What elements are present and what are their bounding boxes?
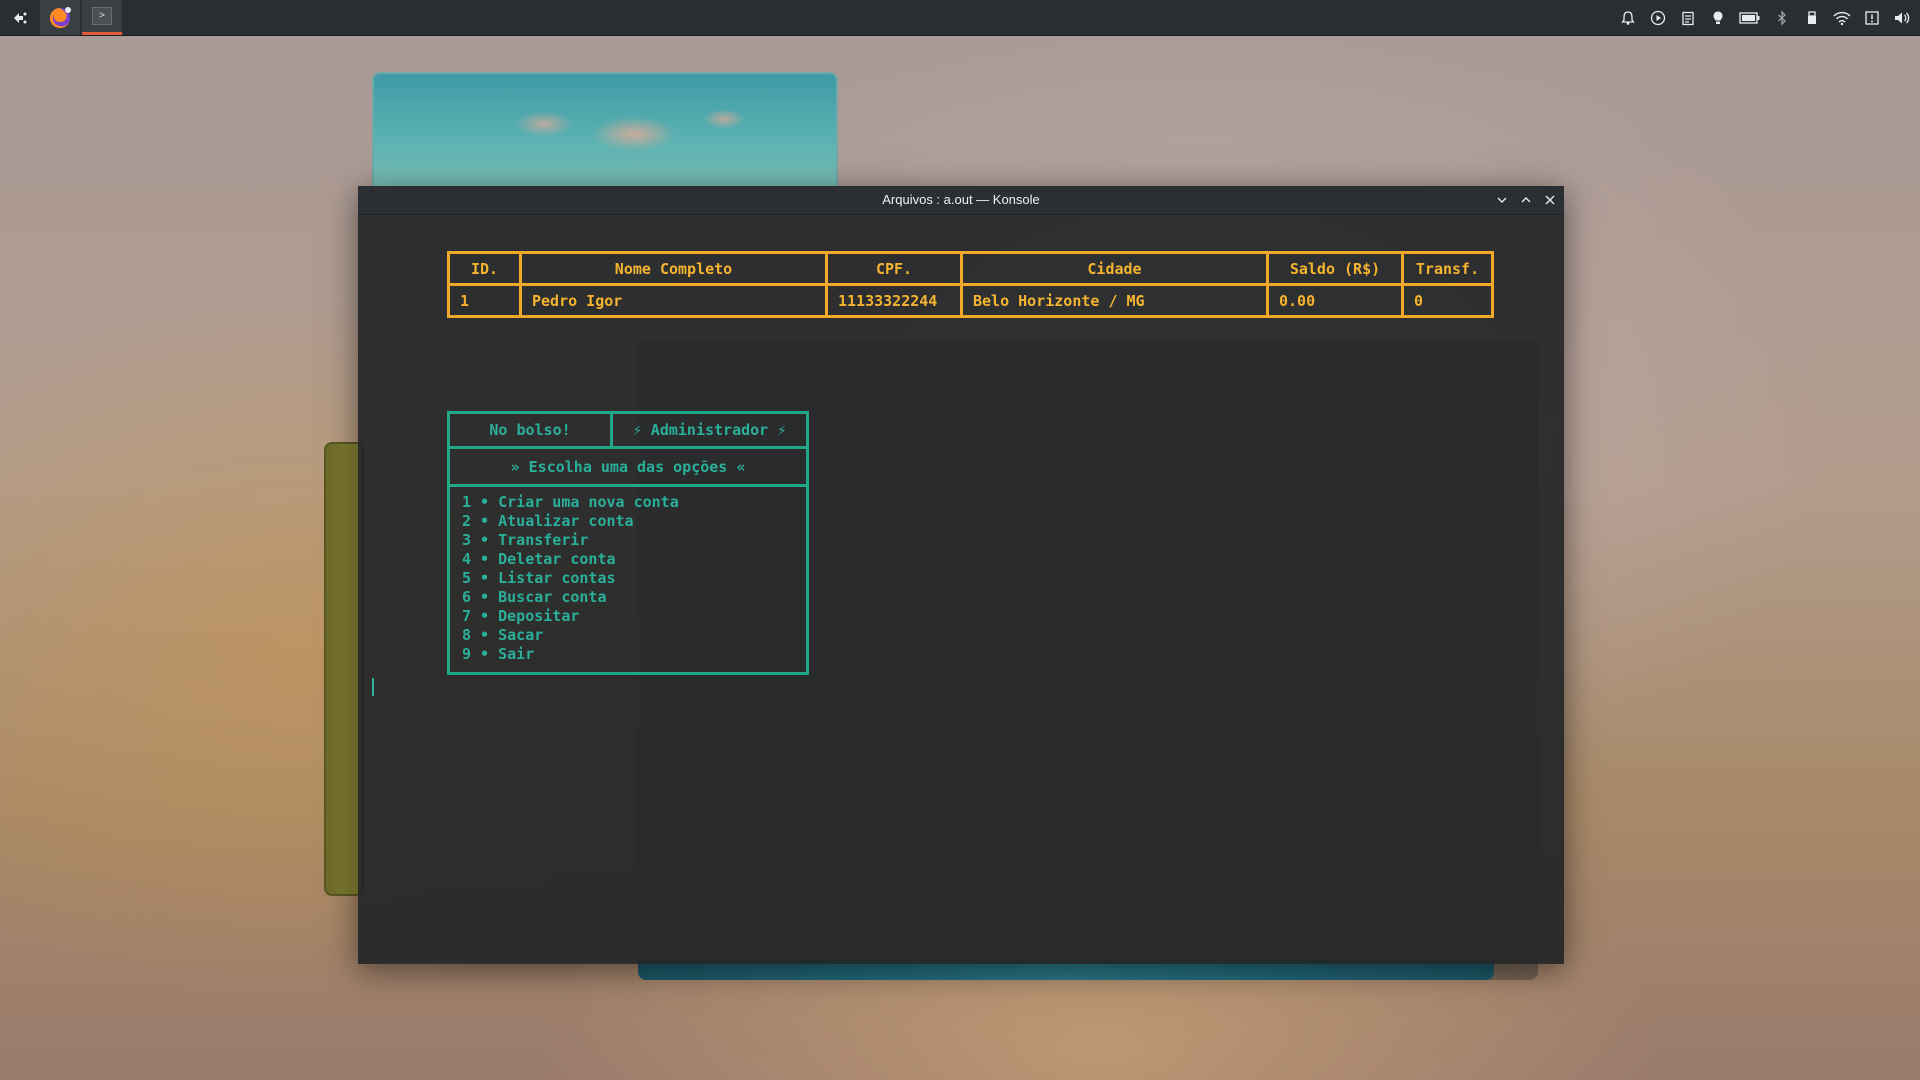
cell-transfers: 0	[1401, 283, 1494, 318]
application-launcher-button[interactable]	[4, 0, 36, 35]
close-button[interactable]	[1540, 190, 1560, 210]
terminal-cursor	[372, 678, 374, 696]
table-row: 1 Pedro Igor 11133322244 Belo Horizonte …	[447, 283, 1494, 318]
account-table: ID. Nome Completo CPF. Cidade Saldo (R$)…	[447, 251, 1494, 318]
menu-option-exit: 9 • Sair	[462, 645, 535, 663]
bluetooth-icon[interactable]	[1772, 8, 1792, 28]
desktop-wallpaper: > Arquivos: a.out — Konsole ID. Nome Co…	[0, 0, 1920, 1080]
minimize-button[interactable]	[1492, 190, 1512, 210]
updates-icon[interactable]	[1862, 8, 1882, 28]
usb-device-icon[interactable]	[1802, 8, 1822, 28]
taskbar-konsole-button[interactable]: >	[82, 0, 122, 35]
window-title: Arquivos : a.out — Konsole	[882, 192, 1040, 207]
background-window-image-viewer[interactable]	[372, 72, 838, 192]
cell-id: 1	[447, 283, 522, 318]
terminal-icon: >	[92, 7, 112, 25]
system-tray	[1618, 0, 1912, 35]
terminal-area[interactable]: ID. Nome Completo CPF. Cidade Saldo (R$)…	[358, 214, 1564, 964]
menu-option-list-accounts: 5 • Listar contas	[462, 569, 616, 587]
cell-city: Belo Horizonte / MG	[960, 283, 1269, 318]
menu-header: No bolso! ⚡ Administrador ⚡	[447, 411, 809, 449]
menu-option-update-account: 2 • Atualizar conta	[462, 512, 634, 530]
firefox-icon	[50, 6, 71, 28]
menu-options-list: 1 • Criar uma nova conta 2 • Atualizar c…	[447, 487, 809, 675]
user-role: ⚡ Administrador ⚡	[632, 421, 787, 439]
header-cpf: CPF.	[825, 251, 963, 286]
cell-balance: 0.00	[1266, 283, 1404, 318]
menu-option-delete-account: 4 • Deletar conta	[462, 550, 616, 568]
header-id: ID.	[447, 251, 522, 286]
notifications-icon[interactable]	[1618, 8, 1638, 28]
chevron-up-icon	[1521, 197, 1531, 203]
media-player-icon[interactable]	[1648, 8, 1668, 28]
volume-icon[interactable]	[1892, 8, 1912, 28]
cell-cpf: 11133322244	[825, 283, 963, 318]
menu-option-deposit: 7 • Depositar	[462, 607, 580, 625]
app-brand: No bolso!	[450, 414, 613, 446]
window-titlebar[interactable]: Arquivos : a.out — Konsole	[358, 186, 1564, 215]
launcher-icon	[14, 12, 27, 23]
konsole-window[interactable]: Arquivos : a.out — Konsole ID. Nome Comp…	[358, 186, 1564, 964]
menu-prompt: » Escolha uma das opções «	[447, 449, 809, 487]
header-city: Cidade	[960, 251, 1269, 286]
table-header-row: ID. Nome Completo CPF. Cidade Saldo (R$)…	[447, 251, 1494, 286]
close-icon	[1545, 195, 1555, 205]
menu-option-transfer: 3 • Transferir	[462, 531, 589, 549]
main-menu: No bolso! ⚡ Administrador ⚡ » Escolha um…	[447, 411, 809, 675]
header-balance: Saldo (R$)	[1266, 251, 1404, 286]
menu-option-create-account: 1 • Criar uma nova conta	[462, 493, 679, 511]
maximize-button[interactable]	[1516, 190, 1536, 210]
taskbar-firefox-button[interactable]	[40, 0, 80, 35]
taskbar: >	[0, 0, 1920, 36]
menu-option-search-account: 6 • Buscar conta	[462, 588, 607, 606]
header-name: Nome Completo	[519, 251, 828, 286]
clipboard-icon[interactable]	[1678, 8, 1698, 28]
chevron-down-icon	[1497, 197, 1507, 203]
wifi-icon[interactable]	[1832, 8, 1852, 28]
cell-name: Pedro Igor	[519, 283, 828, 318]
night-light-icon[interactable]	[1708, 8, 1728, 28]
battery-icon[interactable]	[1738, 8, 1762, 28]
header-transfers: Transf.	[1401, 251, 1494, 286]
menu-option-withdraw: 8 • Sacar	[462, 626, 544, 644]
